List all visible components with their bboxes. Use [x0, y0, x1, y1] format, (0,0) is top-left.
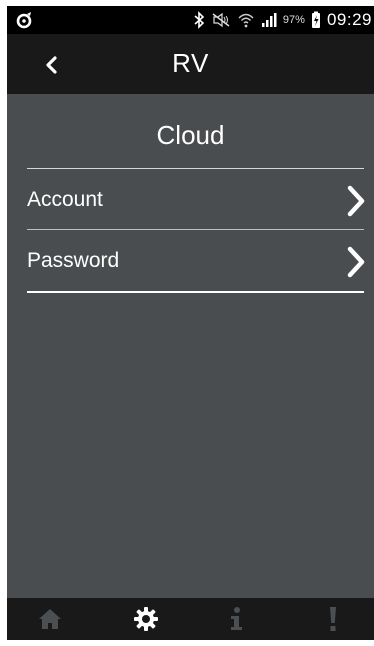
app-header: RV [7, 34, 374, 94]
tab-home[interactable] [20, 598, 80, 640]
menu-item-label: Password [27, 249, 120, 272]
signal-icon [261, 11, 277, 29]
status-bar: 97% 09:29 [7, 6, 374, 34]
battery-percent: 97% [282, 14, 305, 26]
info-icon [231, 607, 242, 630]
divider [27, 168, 364, 169]
chevron-right-icon [347, 246, 365, 278]
menu-item-label: Account [27, 188, 103, 211]
wifi-icon [237, 11, 255, 29]
menu-item-account[interactable]: Account [27, 172, 365, 232]
battery-charging-icon [311, 11, 321, 29]
divider [27, 291, 364, 293]
tab-alerts[interactable] [303, 598, 363, 640]
tab-info[interactable] [206, 598, 266, 640]
mute-icon [211, 11, 231, 29]
home-icon [39, 609, 61, 629]
divider [27, 229, 364, 230]
section-title: Cloud [156, 120, 225, 150]
app-screen: 97% 09:29 RV Cloud Account Password [7, 6, 374, 640]
bluetooth-icon [193, 11, 205, 29]
bottom-tab-bar [7, 598, 374, 640]
tab-settings[interactable] [116, 598, 176, 640]
page-title: RV [172, 48, 209, 78]
gear-icon [134, 607, 158, 631]
alert-icon [330, 607, 336, 631]
chevron-right-icon [347, 185, 365, 217]
status-time: 09:29 [326, 10, 372, 29]
app-notification-icon [16, 12, 32, 29]
menu-item-password[interactable]: Password [27, 233, 365, 293]
